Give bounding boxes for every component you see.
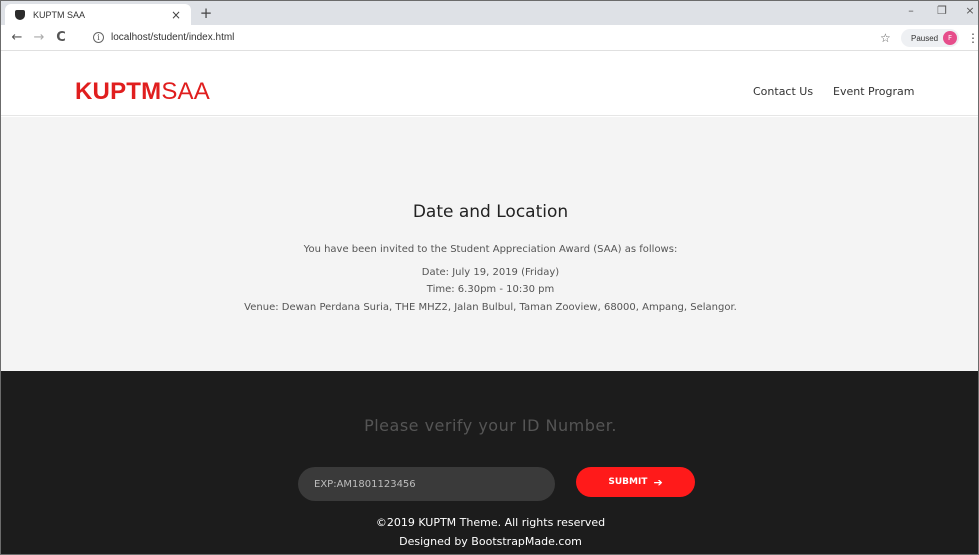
copyright-text: ©2019 KUPTM Theme. All rights reserved <box>375 516 606 529</box>
address-bar: ← → C i localhost/student/index.html ☆ P… <box>1 25 978 51</box>
nav-event-program[interactable]: Event Program <box>833 85 914 99</box>
footer: Please verify your ID Number. SUBMIT ➔ ©… <box>1 371 978 554</box>
profile-paused-button[interactable]: Paused F <box>901 29 959 47</box>
forward-icon[interactable]: → <box>31 29 47 47</box>
browser-tab[interactable]: KUPTM SAA × <box>5 4 191 25</box>
browser-window: KUPTM SAA × + – ❐ × ← → C i localhost/st… <box>0 0 979 555</box>
url-field[interactable]: localhost/student/index.html <box>111 30 234 46</box>
date-location-section: Date and Location You have been invited … <box>1 117 978 371</box>
nav-contact-us[interactable]: Contact Us <box>753 85 813 99</box>
site-header: KUPTMSAA Contact Us Event Program <box>1 52 978 116</box>
maximize-icon[interactable]: ❐ <box>932 3 952 19</box>
site-logo[interactable]: KUPTMSAA <box>75 78 210 106</box>
favicon-icon <box>15 9 25 20</box>
tab-bar: KUPTM SAA × + – ❐ × <box>1 1 978 25</box>
info-icon[interactable]: i <box>93 32 104 43</box>
event-venue: Venue: Dewan Perdana Suria, THE MHZ2, Ja… <box>244 302 737 313</box>
star-icon[interactable]: ☆ <box>880 30 891 46</box>
window-close-icon[interactable]: × <box>960 3 978 19</box>
logo-bold: KUPTM <box>75 78 162 105</box>
back-icon[interactable]: ← <box>9 29 25 47</box>
verify-heading: Please verify your ID Number. <box>364 416 617 435</box>
logo-light: SAA <box>161 78 210 105</box>
id-number-input[interactable] <box>298 467 555 501</box>
arrow-right-icon: ➔ <box>653 475 663 489</box>
reload-icon[interactable]: C <box>53 29 69 47</box>
section-title: Date and Location <box>412 202 569 222</box>
close-icon[interactable]: × <box>169 8 183 22</box>
avatar: F <box>943 31 957 45</box>
submit-label: SUBMIT <box>608 477 648 487</box>
designed-by-text: Designed by BootstrapMade.com <box>399 535 582 548</box>
event-time: Time: 6.30pm - 10:30 pm <box>426 284 555 295</box>
minimize-icon[interactable]: – <box>901 3 921 19</box>
new-tab-icon[interactable]: + <box>198 5 214 21</box>
event-date: Date: July 19, 2019 (Friday) <box>421 267 560 278</box>
invite-text: You have been invited to the Student App… <box>303 244 678 255</box>
paused-label: Paused <box>911 33 939 43</box>
submit-button[interactable]: SUBMIT ➔ <box>576 467 695 497</box>
tab-title: KUPTM SAA <box>33 9 86 20</box>
menu-icon[interactable]: ⋮ <box>967 31 978 45</box>
